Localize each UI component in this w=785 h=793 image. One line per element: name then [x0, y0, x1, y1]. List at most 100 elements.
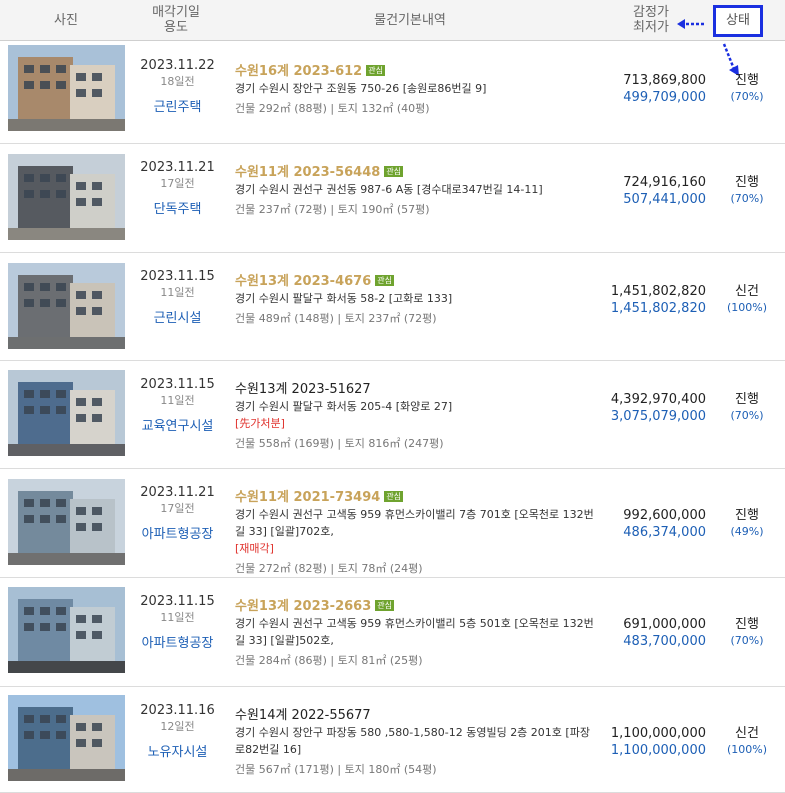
auction-date: 2023.11.22: [140, 58, 215, 73]
property-photo[interactable]: [8, 154, 125, 240]
price-cell: 1,100,000,000 1,100,000,000: [595, 725, 706, 759]
status-cell: 진행 (70%): [718, 616, 776, 649]
case-number: 수원13계 2023-4676: [235, 274, 372, 289]
table-row[interactable]: 2023.11.22 18일전 근린주택 수원16계 2023-612 관심 경기…: [0, 42, 785, 144]
building-photo: [8, 479, 125, 565]
days-ago: 12일전: [160, 720, 195, 733]
status-cell: 진행 (49%): [718, 507, 776, 540]
property-photo[interactable]: [8, 587, 125, 673]
header-date-label: 매각기일: [152, 5, 200, 20]
table-row[interactable]: 2023.11.15 11일전 근린시설 수원13계 2023-4676 관심 경…: [0, 253, 785, 361]
area-info: 건물 272㎡ (82평) | 토지 78㎡ (24평): [235, 562, 423, 575]
special-tag: [先가처분]: [235, 417, 285, 430]
status-cell: 진행 (70%): [718, 391, 776, 424]
date-cell: 2023.11.15 11일전 교육연구시설: [130, 377, 225, 435]
case-number: 수원16계 2023-612: [235, 64, 363, 79]
status-percent: (49%): [730, 525, 764, 538]
case-number-link[interactable]: 수원13계 2023-51627: [235, 381, 595, 398]
days-ago: 17일전: [160, 502, 195, 515]
minimum-price: 486,374,000: [623, 525, 706, 540]
property-photo[interactable]: [8, 370, 125, 456]
status-percent: (70%): [730, 634, 764, 647]
auction-date: 2023.11.21: [140, 160, 215, 175]
status-text: 진행: [735, 73, 759, 88]
price-cell: 713,869,800 499,709,000: [595, 72, 706, 106]
table-row[interactable]: 2023.11.15 11일전 교육연구시설 수원13계 2023-51627 …: [0, 361, 785, 469]
status-cell: 진행 (70%): [718, 72, 776, 105]
price-cell: 4,392,970,400 3,075,079,000: [595, 391, 706, 425]
appraisal-price: 992,600,000: [623, 508, 706, 523]
case-number-link[interactable]: 수원11계 2021-73494 관심: [235, 489, 595, 506]
status-cell: 신건 (100%): [718, 725, 776, 758]
property-use-link[interactable]: 아파트형공장: [130, 636, 225, 652]
arrow-left-icon: [677, 19, 704, 29]
property-use-link[interactable]: 근린주택: [130, 100, 225, 116]
info-cell: 수원11계 2023-56448 관심 경기 수원시 권선구 권선동 987-6 …: [235, 164, 595, 218]
header-use-label: 용도: [164, 20, 188, 35]
property-use-link[interactable]: 단독주택: [130, 202, 225, 218]
favorite-badge: 관심: [375, 275, 394, 286]
price-cell: 691,000,000 483,700,000: [595, 616, 706, 650]
favorite-badge: 관심: [375, 600, 394, 611]
property-photo[interactable]: [8, 263, 125, 349]
appraisal-price: 713,869,800: [623, 73, 706, 88]
property-address: 경기 수원시 팔달구 화서동 58-2 [고화로 133]: [235, 292, 453, 305]
building-photo: [8, 370, 125, 456]
status-percent: (100%): [726, 301, 768, 314]
date-cell: 2023.11.21 17일전 단독주택: [130, 160, 225, 218]
case-number-link[interactable]: 수원11계 2023-56448 관심: [235, 164, 595, 181]
status-text: 진행: [735, 392, 759, 407]
property-address: 경기 수원시 장안구 조원동 750-26 [송원로86번길 9]: [235, 82, 487, 95]
auction-date: 2023.11.15: [140, 269, 215, 284]
date-cell: 2023.11.22 18일전 근린주택: [130, 58, 225, 116]
status-percent: (70%): [730, 192, 764, 205]
case-number-link[interactable]: 수원13계 2023-2663 관심: [235, 598, 595, 615]
building-photo: [8, 45, 125, 131]
status-cell: 진행 (70%): [718, 174, 776, 207]
minimum-price: 1,100,000,000: [610, 743, 706, 758]
table-row[interactable]: 2023.11.21 17일전 아파트형공장 수원11계 2021-73494 관…: [0, 469, 785, 578]
price-cell: 1,451,802,820 1,451,802,820: [595, 283, 706, 317]
minimum-price: 1,451,802,820: [610, 301, 706, 316]
days-ago: 11일전: [160, 286, 195, 299]
header-status[interactable]: 상태: [713, 5, 763, 37]
property-photo[interactable]: [8, 479, 125, 565]
header-photo: 사진: [54, 13, 78, 28]
table-row[interactable]: 2023.11.15 11일전 아파트형공장 수원13계 2023-2663 관심…: [0, 578, 785, 687]
property-use-link[interactable]: 아파트형공장: [130, 527, 225, 543]
status-percent: (70%): [730, 409, 764, 422]
case-number-link[interactable]: 수원16계 2023-612 관심: [235, 63, 595, 80]
property-photo[interactable]: [8, 45, 125, 131]
header-date-use[interactable]: 매각기일 용도: [138, 5, 214, 35]
appraisal-price: 691,000,000: [623, 617, 706, 632]
price-cell: 992,600,000 486,374,000: [595, 507, 706, 541]
building-photo: [8, 263, 125, 349]
auction-date: 2023.11.16: [140, 703, 215, 718]
appraisal-price: 1,100,000,000: [610, 726, 706, 741]
status-text: 신건: [735, 284, 759, 299]
info-cell: 수원11계 2021-73494 관심 경기 수원시 권선구 고색동 959 휴먼…: [235, 489, 595, 577]
area-info: 건물 292㎡ (88평) | 토지 132㎡ (40평): [235, 102, 430, 115]
property-photo[interactable]: [8, 695, 125, 781]
table-row[interactable]: 2023.11.21 17일전 단독주택 수원11계 2023-56448 관심 …: [0, 144, 785, 253]
case-number-link[interactable]: 수원13계 2023-4676 관심: [235, 273, 595, 290]
auction-date: 2023.11.15: [140, 377, 215, 392]
appraisal-price: 4,392,970,400: [610, 392, 706, 407]
status-text: 진행: [735, 508, 759, 523]
status-cell: 신건 (100%): [718, 283, 776, 316]
days-ago: 18일전: [160, 75, 195, 88]
property-address: 경기 수원시 권선구 고색동 959 휴먼스카이밸리 5층 501호 [오목천로…: [235, 617, 594, 647]
area-info: 건물 558㎡ (169평) | 토지 816㎡ (247평): [235, 437, 444, 450]
property-use-link[interactable]: 노유자시설: [130, 745, 225, 761]
price-cell: 724,916,160 507,441,000: [595, 174, 706, 208]
header-info: 물건기본내역: [374, 13, 446, 28]
favorite-badge: 관심: [366, 65, 385, 76]
minimum-price: 3,075,079,000: [610, 409, 706, 424]
area-info: 건물 489㎡ (148평) | 토지 237㎡ (72평): [235, 312, 437, 325]
property-use-link[interactable]: 근린시설: [130, 311, 225, 327]
table-row[interactable]: 2023.11.16 12일전 노유자시설 수원14계 2022-55677 경…: [0, 687, 785, 793]
special-tag: [재매각]: [235, 542, 274, 555]
building-photo: [8, 587, 125, 673]
property-use-link[interactable]: 교육연구시설: [130, 419, 225, 435]
case-number-link[interactable]: 수원14계 2022-55677: [235, 707, 595, 724]
